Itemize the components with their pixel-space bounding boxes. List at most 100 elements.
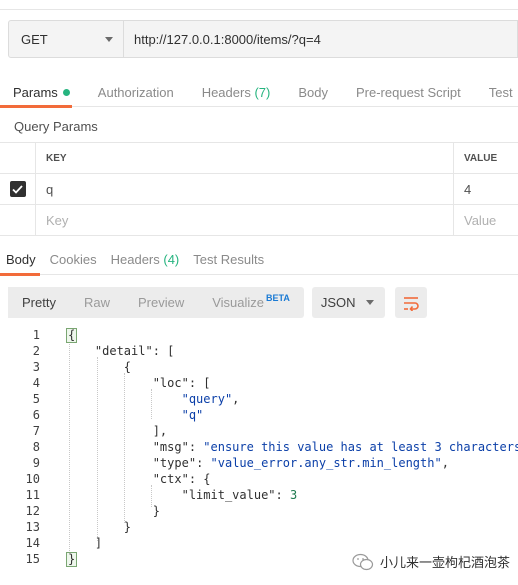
empty-checkbox-cell xyxy=(0,205,36,235)
view-visualize-label: Visualize xyxy=(212,295,265,310)
tab-headers[interactable]: Headers (7) xyxy=(188,77,285,107)
tab-response-headers-count: (4) xyxy=(163,252,180,267)
matched-brace: } xyxy=(66,552,78,567)
param-checkbox[interactable] xyxy=(9,181,26,197)
format-label: JSON xyxy=(320,295,356,310)
row-checkbox-cell xyxy=(0,174,36,204)
matched-brace: { xyxy=(66,328,78,343)
tab-response-headers[interactable]: Headers (4) xyxy=(104,244,187,275)
line-number: 9 xyxy=(32,456,40,470)
tab-cookies[interactable]: Cookies xyxy=(43,244,104,275)
top-strip xyxy=(0,0,518,10)
code-line: } xyxy=(66,520,132,534)
request-tabs: Params Authorization Headers (7) Body Pr… xyxy=(0,77,518,108)
tab-response-body[interactable]: Body xyxy=(0,244,43,276)
code-line: ] xyxy=(66,536,103,550)
line-number: 10 xyxy=(25,472,40,486)
line-number: 2 xyxy=(32,344,40,358)
wrap-lines-button[interactable] xyxy=(394,287,427,318)
tab-pre-request-script-label: Pre-request Script xyxy=(355,84,461,100)
line-number: 8 xyxy=(32,440,40,454)
view-pretty-label: Pretty xyxy=(22,295,56,310)
line-number: 5 xyxy=(32,392,40,406)
param-key-cell[interactable]: q xyxy=(36,174,454,204)
code-line: } xyxy=(66,504,160,518)
tab-pre-request-script[interactable]: Pre-request Script xyxy=(342,77,475,107)
request-bar: GET http://127.0.0.1:8000/items/?q=4 xyxy=(8,20,518,58)
line-number: 3 xyxy=(32,360,40,374)
tab-tests-label: Test xyxy=(488,84,513,100)
format-select[interactable]: JSON xyxy=(311,287,385,318)
view-mode-group: Pretty Raw Preview Visualize BETA xyxy=(8,287,304,318)
response-toolbar: Pretty Raw Preview Visualize BETA JSON xyxy=(8,287,427,318)
checkmark-icon xyxy=(12,184,23,194)
table-header-row: KEY VALUE xyxy=(0,143,518,174)
view-raw-label: Raw xyxy=(83,295,110,310)
line-number: 12 xyxy=(25,504,40,518)
code-line: "type": "value_error.any_str.min_length"… xyxy=(152,456,449,470)
line-number: 6 xyxy=(32,408,40,422)
tab-test-results[interactable]: Test Results xyxy=(186,244,271,275)
watermark: 小儿来一壶枸杞酒泡茶 xyxy=(352,552,510,571)
view-preview-label: Preview xyxy=(137,295,185,310)
wechat-logo-icon xyxy=(352,553,374,570)
code-line: "limit_value": 3 xyxy=(181,488,298,502)
tab-headers-label: Headers xyxy=(201,84,251,100)
response-tabs: Body Cookies Headers (4) Test Results xyxy=(0,244,518,276)
url-input[interactable]: http://127.0.0.1:8000/items/?q=4 xyxy=(124,20,518,58)
code-line: ], xyxy=(66,424,168,438)
chevron-down-icon xyxy=(365,300,374,305)
code-line: "query", xyxy=(181,392,240,406)
tab-params[interactable]: Params xyxy=(0,77,84,108)
beta-badge: BETA xyxy=(266,292,290,303)
active-dot-icon xyxy=(62,88,70,96)
tab-headers-count: (7) xyxy=(254,84,271,100)
tab-response-headers-label: Headers xyxy=(110,252,160,267)
line-number: 11 xyxy=(25,488,40,502)
view-raw-button[interactable]: Raw xyxy=(70,287,124,318)
tab-test-results-label: Test Results xyxy=(193,252,265,267)
wrap-lines-icon xyxy=(403,296,419,311)
line-number: 4 xyxy=(32,376,40,390)
code-line: "msg": "ensure this value has at least 3… xyxy=(152,440,518,454)
tab-tests[interactable]: Test xyxy=(475,77,518,107)
tab-cookies-label: Cookies xyxy=(49,252,97,267)
code-line: "q" xyxy=(181,408,204,422)
header-checkbox-cell xyxy=(0,143,36,173)
url-text: http://127.0.0.1:8000/items/?q=4 xyxy=(134,31,321,47)
line-number: 1 xyxy=(32,328,40,342)
code-line: "loc": [ xyxy=(152,376,211,390)
key-placeholder: Key xyxy=(46,212,69,228)
table-row-empty: Key Value xyxy=(0,205,518,236)
param-value: 4 xyxy=(464,181,472,197)
tab-body[interactable]: Body xyxy=(284,77,342,107)
param-value-cell[interactable]: 4 xyxy=(454,174,518,204)
code-line: "ctx": { xyxy=(152,472,211,486)
view-pretty-button[interactable]: Pretty xyxy=(8,287,70,318)
chevron-down-icon xyxy=(105,37,113,42)
tab-authorization[interactable]: Authorization xyxy=(84,77,188,107)
param-key: q xyxy=(46,181,54,197)
code-line: "detail": [ xyxy=(94,344,175,358)
query-params-title: Query Params xyxy=(14,119,98,134)
code-line: { xyxy=(66,327,78,343)
key-input[interactable]: Key xyxy=(36,205,454,235)
line-number: 14 xyxy=(25,536,40,550)
view-visualize-button[interactable]: Visualize BETA xyxy=(198,287,304,318)
line-number: 7 xyxy=(32,424,40,438)
key-column-header: KEY xyxy=(36,143,454,173)
view-preview-button[interactable]: Preview xyxy=(124,287,198,318)
method-select[interactable]: GET xyxy=(8,20,124,58)
value-placeholder: Value xyxy=(464,212,497,228)
table-row: q 4 xyxy=(0,174,518,205)
code-line: } xyxy=(66,551,78,567)
line-number: 13 xyxy=(25,520,40,534)
line-number: 15 xyxy=(25,552,40,566)
tab-response-body-label: Body xyxy=(6,252,36,267)
code-line: { xyxy=(66,360,132,374)
tab-params-label: Params xyxy=(13,84,58,100)
value-column-header: VALUE xyxy=(464,152,498,164)
query-params-table: KEY VALUE q 4 Key Value xyxy=(0,142,518,236)
value-input[interactable]: Value xyxy=(454,205,518,235)
watermark-text: 小儿来一壶枸杞酒泡茶 xyxy=(380,555,511,570)
